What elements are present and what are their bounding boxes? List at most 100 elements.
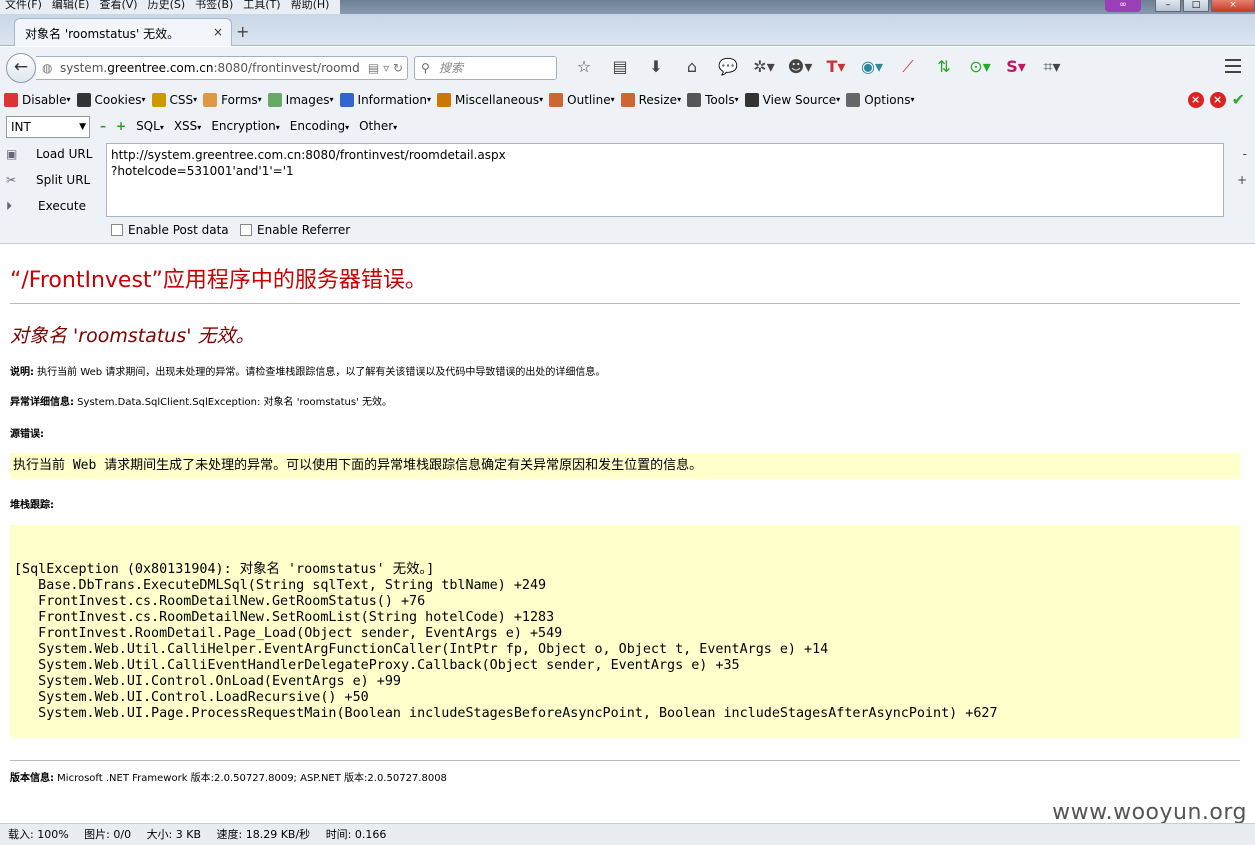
css-icon — [151, 93, 166, 107]
enable-post-checkbox[interactable]: Enable Post data — [111, 223, 229, 237]
menu-item[interactable]: 帮助(H) — [286, 0, 335, 14]
new-tab-button[interactable]: + — [236, 22, 249, 41]
devbar-item-information[interactable]: Information▾ — [339, 93, 432, 107]
search-placeholder: 搜索 — [439, 61, 464, 75]
proxy-switch-icon[interactable]: ⇅ — [926, 56, 962, 78]
load-url-icon: ▣ — [6, 147, 18, 161]
devbar-item-miscellaneous[interactable]: Miscellaneous▾ — [437, 93, 543, 107]
tab-active[interactable]: 对象名 'roomstatus' 无效。 × — [14, 18, 232, 46]
greasemonkey-icon[interactable]: ☻▾ — [782, 56, 818, 78]
search-box[interactable]: ⚲ 搜索 — [414, 56, 557, 80]
tab-close-icon[interactable]: × — [213, 25, 223, 39]
firebug-icon[interactable]: ✲▾ — [746, 56, 782, 78]
green-check-icon[interactable]: ✔ — [1232, 92, 1245, 108]
url-bar[interactable]: ◍ system.greentree.com.cn:8080/frontinve… — [36, 56, 408, 80]
exception-details: 异常详细信息: System.Data.SqlClient.SqlExcepti… — [10, 393, 392, 408]
hackbar-menu-sql[interactable]: SQL▾ — [136, 119, 164, 133]
enable-post-label: Enable Post data — [128, 223, 229, 237]
hackbar-menu-label: SQL — [136, 119, 160, 133]
information-icon — [339, 93, 354, 107]
devbar-item-label: Resize — [638, 93, 678, 107]
enable-referrer-checkbox[interactable]: Enable Referrer — [240, 223, 350, 237]
menu-item[interactable]: 工具(T) — [238, 0, 285, 14]
hackbar-menu-xss[interactable]: XSS▾ — [174, 119, 201, 133]
expand-plus-icon[interactable]: + — [1237, 173, 1247, 187]
version-info: 版本信息: Microsoft .NET Framework 版本:2.0.50… — [10, 769, 447, 784]
forms-icon — [203, 93, 218, 107]
devbar-item-label: Forms — [221, 93, 258, 107]
disable-icon — [4, 93, 18, 107]
execute-button[interactable]: ⏵ Execute — [6, 199, 106, 214]
split-url-button[interactable]: ✂ Split URL — [6, 173, 106, 187]
hackbar-menu-encoding[interactable]: Encoding▾ — [290, 119, 349, 133]
bookmark-star-icon[interactable]: ☆ — [566, 56, 602, 78]
search-icon: ⚲ — [421, 61, 430, 75]
maximize-button[interactable]: □ — [1183, 0, 1209, 12]
back-arrow-icon: ← — [13, 57, 29, 77]
minimize-button[interactable]: – — [1155, 0, 1181, 12]
chat-icon[interactable]: 💬 — [710, 56, 746, 78]
exception-text: System.Data.SqlClient.SqlException: 对象名 … — [74, 397, 392, 408]
enable-referrer-label: Enable Referrer — [257, 223, 351, 237]
menu-hamburger-icon[interactable] — [1225, 59, 1241, 77]
hackbar-menu-other[interactable]: Other▾ — [359, 119, 397, 133]
checkbox-box[interactable] — [240, 224, 252, 236]
stack-trace-label: 堆栈跟踪: — [10, 496, 54, 511]
devbar-item-images[interactable]: Images▾ — [267, 93, 334, 107]
plus-icon[interactable]: + — [116, 119, 126, 133]
execute-icon: ⏵ — [6, 199, 13, 213]
menu-item[interactable]: 书签(B) — [190, 0, 238, 14]
web-globe-icon[interactable]: ◉▾ — [854, 56, 890, 78]
graph-icon[interactable]: ⟋ — [890, 56, 926, 78]
close-window-button[interactable]: × — [1211, 0, 1255, 12]
type-select[interactable]: INT ▼ — [6, 116, 90, 138]
menu-item[interactable]: 查看(V) — [94, 0, 142, 14]
caret-down-icon: ▾ — [539, 95, 544, 104]
menu-bar: 文件(F) 编辑(E) 查看(V) 历史(S) 书签(B) 工具(T) 帮助(H) ∞ – … — [0, 0, 1255, 14]
devbar-item-options[interactable]: Options▾ — [846, 93, 915, 107]
back-button[interactable]: ← — [6, 53, 36, 83]
devbar-item-resize[interactable]: Resize▾ — [620, 93, 681, 107]
menu-item[interactable]: 历史(S) — [143, 0, 191, 14]
adblock-icon[interactable]: ⊙▾ — [962, 56, 998, 78]
text-tool-icon[interactable]: T▾ — [818, 56, 854, 78]
home-icon[interactable]: ⌂ — [674, 56, 710, 78]
load-url-button[interactable]: ▣ Load URL — [6, 147, 106, 161]
description-label: 说明: — [10, 367, 34, 378]
url-prefix: system. — [60, 61, 108, 75]
devbar-item-view-source[interactable]: View Source▾ — [744, 93, 840, 107]
hackbar-panel: INT ▼ – + SQL▾ XSS▾ Encryption▾ Encoding▾ Ot… — [0, 113, 1255, 244]
hackbar-menu-label: Encryption — [211, 119, 276, 133]
hackbar-menu-encryption[interactable]: Encryption▾ — [211, 119, 279, 133]
url-path: :8080/frontinvest/roomd — [213, 61, 360, 75]
red-x-icon-2[interactable]: × — [1209, 92, 1226, 108]
dropdown-icon[interactable]: ▿ — [383, 61, 389, 75]
url-bar-icons: ▤ ▿ ↻ — [363, 57, 403, 79]
devbar-item-tools[interactable]: Tools▾ — [687, 93, 739, 107]
url-textarea[interactable]: http://system.greentree.com.cn:8080/fron… — [106, 143, 1224, 217]
version-label: 版本信息: — [10, 773, 54, 784]
extension-badge[interactable]: ∞ — [1105, 0, 1141, 12]
caret-down-icon: ▾ — [427, 95, 432, 104]
devbar-item-label: View Source — [762, 93, 837, 107]
crop-icon[interactable]: ⌗▾ — [1034, 56, 1070, 78]
devbar-item-cookies[interactable]: Cookies▾ — [76, 93, 146, 107]
bookmarks-list-icon[interactable]: ▤ — [602, 56, 638, 78]
collapse-minus-icon[interactable]: - — [1243, 147, 1247, 161]
menu-item[interactable]: 编辑(E) — [47, 0, 95, 14]
source-error-label-text: 源错误: — [10, 429, 44, 440]
red-x-icon[interactable]: × — [1187, 92, 1204, 108]
devbar-item-label: Cookies — [94, 93, 142, 107]
menu-item[interactable]: 文件(F) — [0, 0, 47, 14]
s-extension-icon[interactable]: S▾ — [998, 56, 1034, 78]
checkbox-box[interactable] — [111, 224, 123, 236]
devbar-item-css[interactable]: CSS▾ — [151, 93, 197, 107]
reader-icon[interactable]: ▤ — [368, 61, 379, 75]
minus-icon[interactable]: – — [100, 119, 106, 133]
devbar-item-outline[interactable]: Outline▾ — [549, 93, 615, 107]
devbar-item-disable[interactable]: Disable▾ — [4, 93, 71, 107]
reload-icon[interactable]: ↻ — [393, 61, 403, 75]
url-host: greentree.com.cn — [107, 61, 214, 75]
download-icon[interactable]: ⬇ — [638, 56, 674, 78]
devbar-item-forms[interactable]: Forms▾ — [203, 93, 262, 107]
